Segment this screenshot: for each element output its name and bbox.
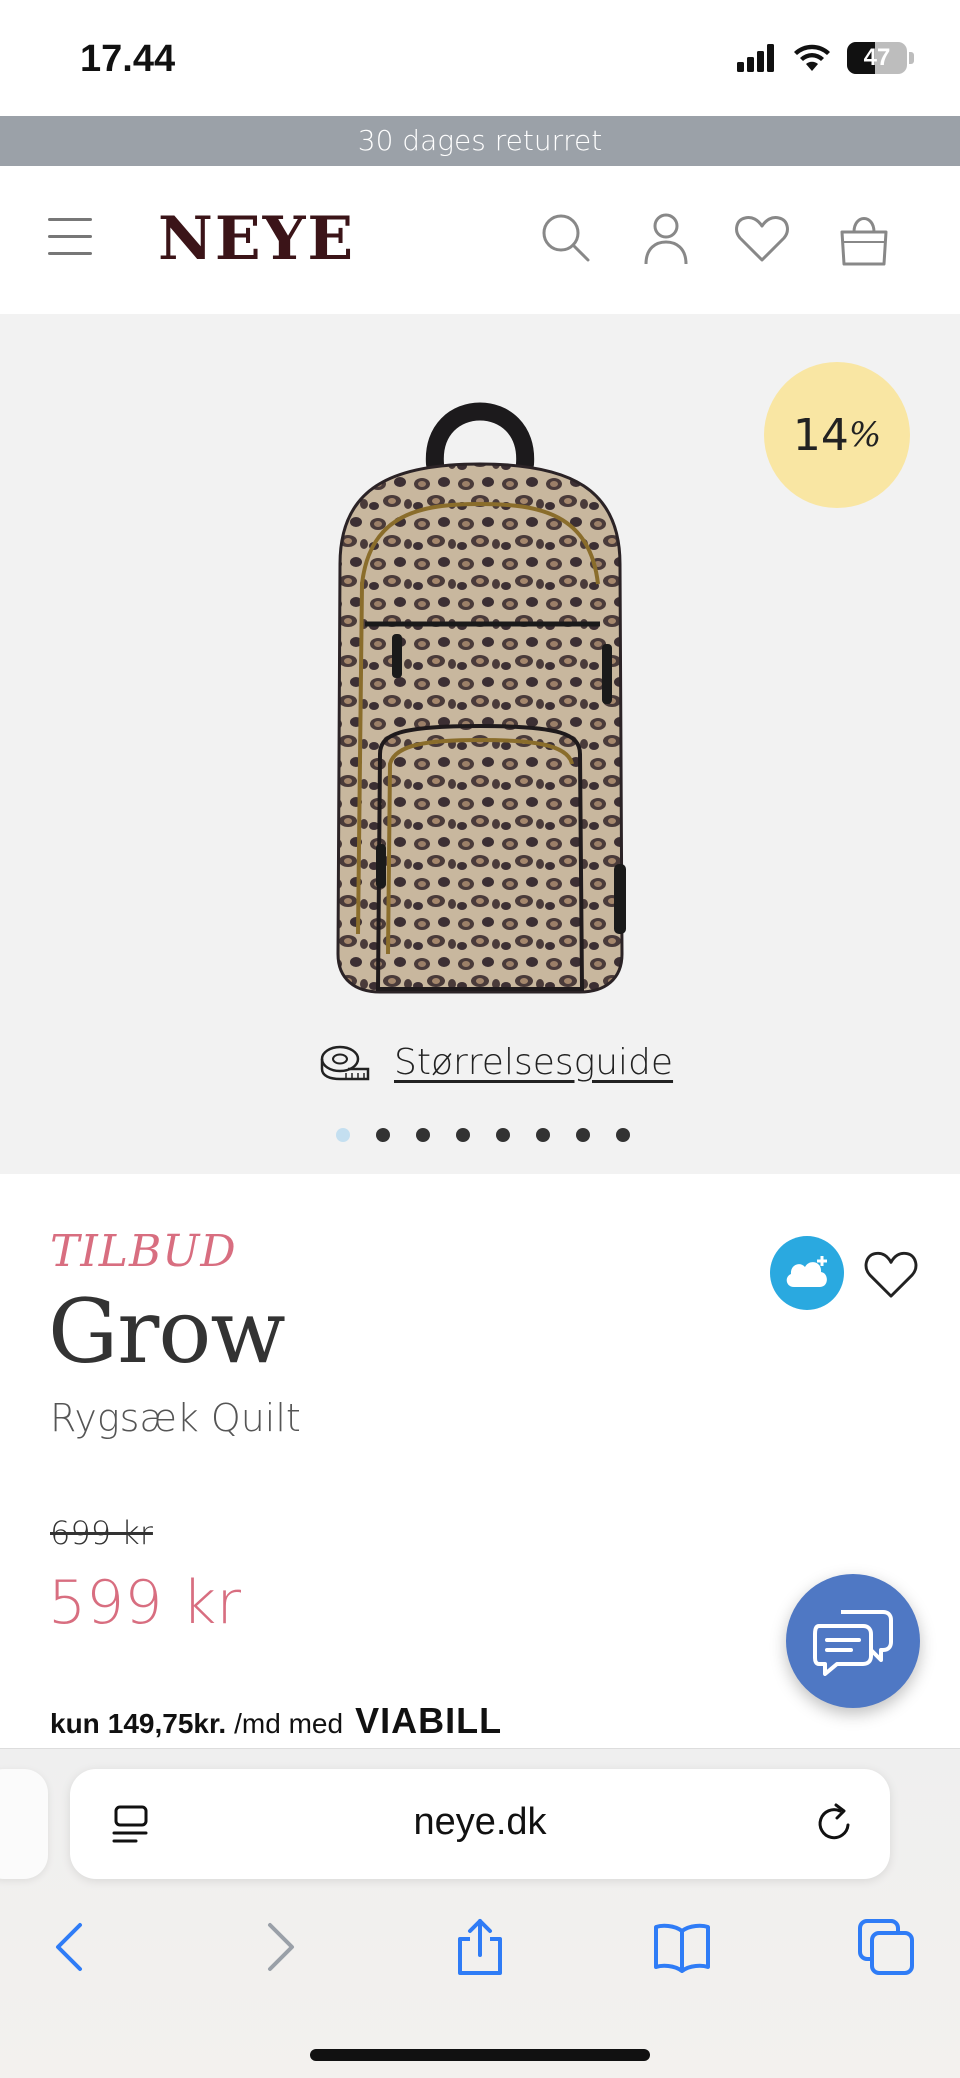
- status-bar: 17.44 47: [0, 0, 960, 116]
- heart-icon[interactable]: [732, 208, 792, 268]
- product-image[interactable]: [280, 394, 680, 994]
- promo-banner[interactable]: 30 dages returret: [0, 116, 960, 166]
- carousel-dot[interactable]: [576, 1128, 590, 1142]
- site-header: NEYE: [0, 166, 960, 314]
- discount-value: 14: [792, 409, 849, 461]
- cellular-signal-icon: [737, 44, 774, 72]
- share-icon[interactable]: [450, 1917, 510, 1977]
- battery-icon: 47: [847, 42, 907, 74]
- product-name: Rygsæk Quilt: [50, 1396, 301, 1440]
- previous-tab-peek[interactable]: [0, 1769, 48, 1879]
- carousel-dot[interactable]: [416, 1128, 430, 1142]
- installment-amount: 149,75kr.: [107, 1708, 227, 1739]
- measuring-tape-icon: [320, 1045, 370, 1080]
- browser-chrome: neye.dk: [0, 1748, 960, 2078]
- status-icons: 47: [737, 42, 914, 74]
- carousel-dot[interactable]: [336, 1128, 350, 1142]
- back-icon[interactable]: [42, 1917, 102, 1977]
- chat-bubbles-icon: [813, 1610, 893, 1676]
- wishlist-heart-icon[interactable]: [862, 1246, 920, 1300]
- size-guide-label[interactable]: Størrelsesguide: [394, 1042, 673, 1083]
- home-indicator[interactable]: [310, 2049, 650, 2061]
- viabill-logo: VIABILL: [355, 1700, 503, 1741]
- cloud-plus-icon: [786, 1256, 827, 1287]
- product-gallery[interactable]: 14% Størrelsesguide: [0, 314, 960, 1174]
- size-guide-link[interactable]: Størrelsesguide: [318, 1042, 673, 1083]
- tabs-icon[interactable]: [856, 1917, 916, 1977]
- menu-icon[interactable]: [48, 218, 92, 258]
- forward-icon[interactable]: [248, 1917, 308, 1977]
- shopping-bag-icon[interactable]: [834, 208, 894, 268]
- installment-suffix: /md med: [234, 1708, 344, 1739]
- original-price: 699 kr: [50, 1514, 153, 1552]
- sale-price: 599 kr: [48, 1568, 242, 1638]
- logo[interactable]: NEYE: [158, 204, 355, 274]
- installment-info[interactable]: kun 149,75kr. /md med VIABILL: [50, 1700, 502, 1742]
- carousel-dot[interactable]: [496, 1128, 510, 1142]
- sale-tag: TILBUD: [50, 1226, 237, 1277]
- product-info: TILBUD Grow Rygsæk Quilt 699 kr 599 kr k…: [0, 1174, 960, 1750]
- carousel-dot[interactable]: [376, 1128, 390, 1142]
- browser-toolbar: [0, 1909, 960, 1989]
- carousel-pagination: [336, 1128, 630, 1142]
- reload-icon[interactable]: [812, 1801, 858, 1847]
- cloud-add-button[interactable]: [770, 1236, 844, 1310]
- battery-level: 47: [863, 44, 891, 71]
- search-icon[interactable]: [536, 208, 596, 268]
- discount-symbol: %: [848, 415, 882, 455]
- status-time: 17.44: [80, 38, 176, 80]
- chat-button[interactable]: [786, 1574, 920, 1708]
- carousel-dot[interactable]: [536, 1128, 550, 1142]
- user-icon[interactable]: [636, 208, 696, 268]
- carousel-dot[interactable]: [616, 1128, 630, 1142]
- carousel-dot[interactable]: [456, 1128, 470, 1142]
- bookmarks-icon[interactable]: [652, 1917, 712, 1977]
- url-text[interactable]: neye.dk: [70, 1801, 890, 1844]
- product-brand[interactable]: Grow: [48, 1280, 286, 1383]
- discount-badge: 14%: [764, 362, 910, 508]
- installment-prefix: kun: [50, 1708, 100, 1739]
- battery-nub: [909, 52, 914, 64]
- address-bar[interactable]: neye.dk: [70, 1769, 890, 1879]
- wifi-icon: [794, 44, 830, 71]
